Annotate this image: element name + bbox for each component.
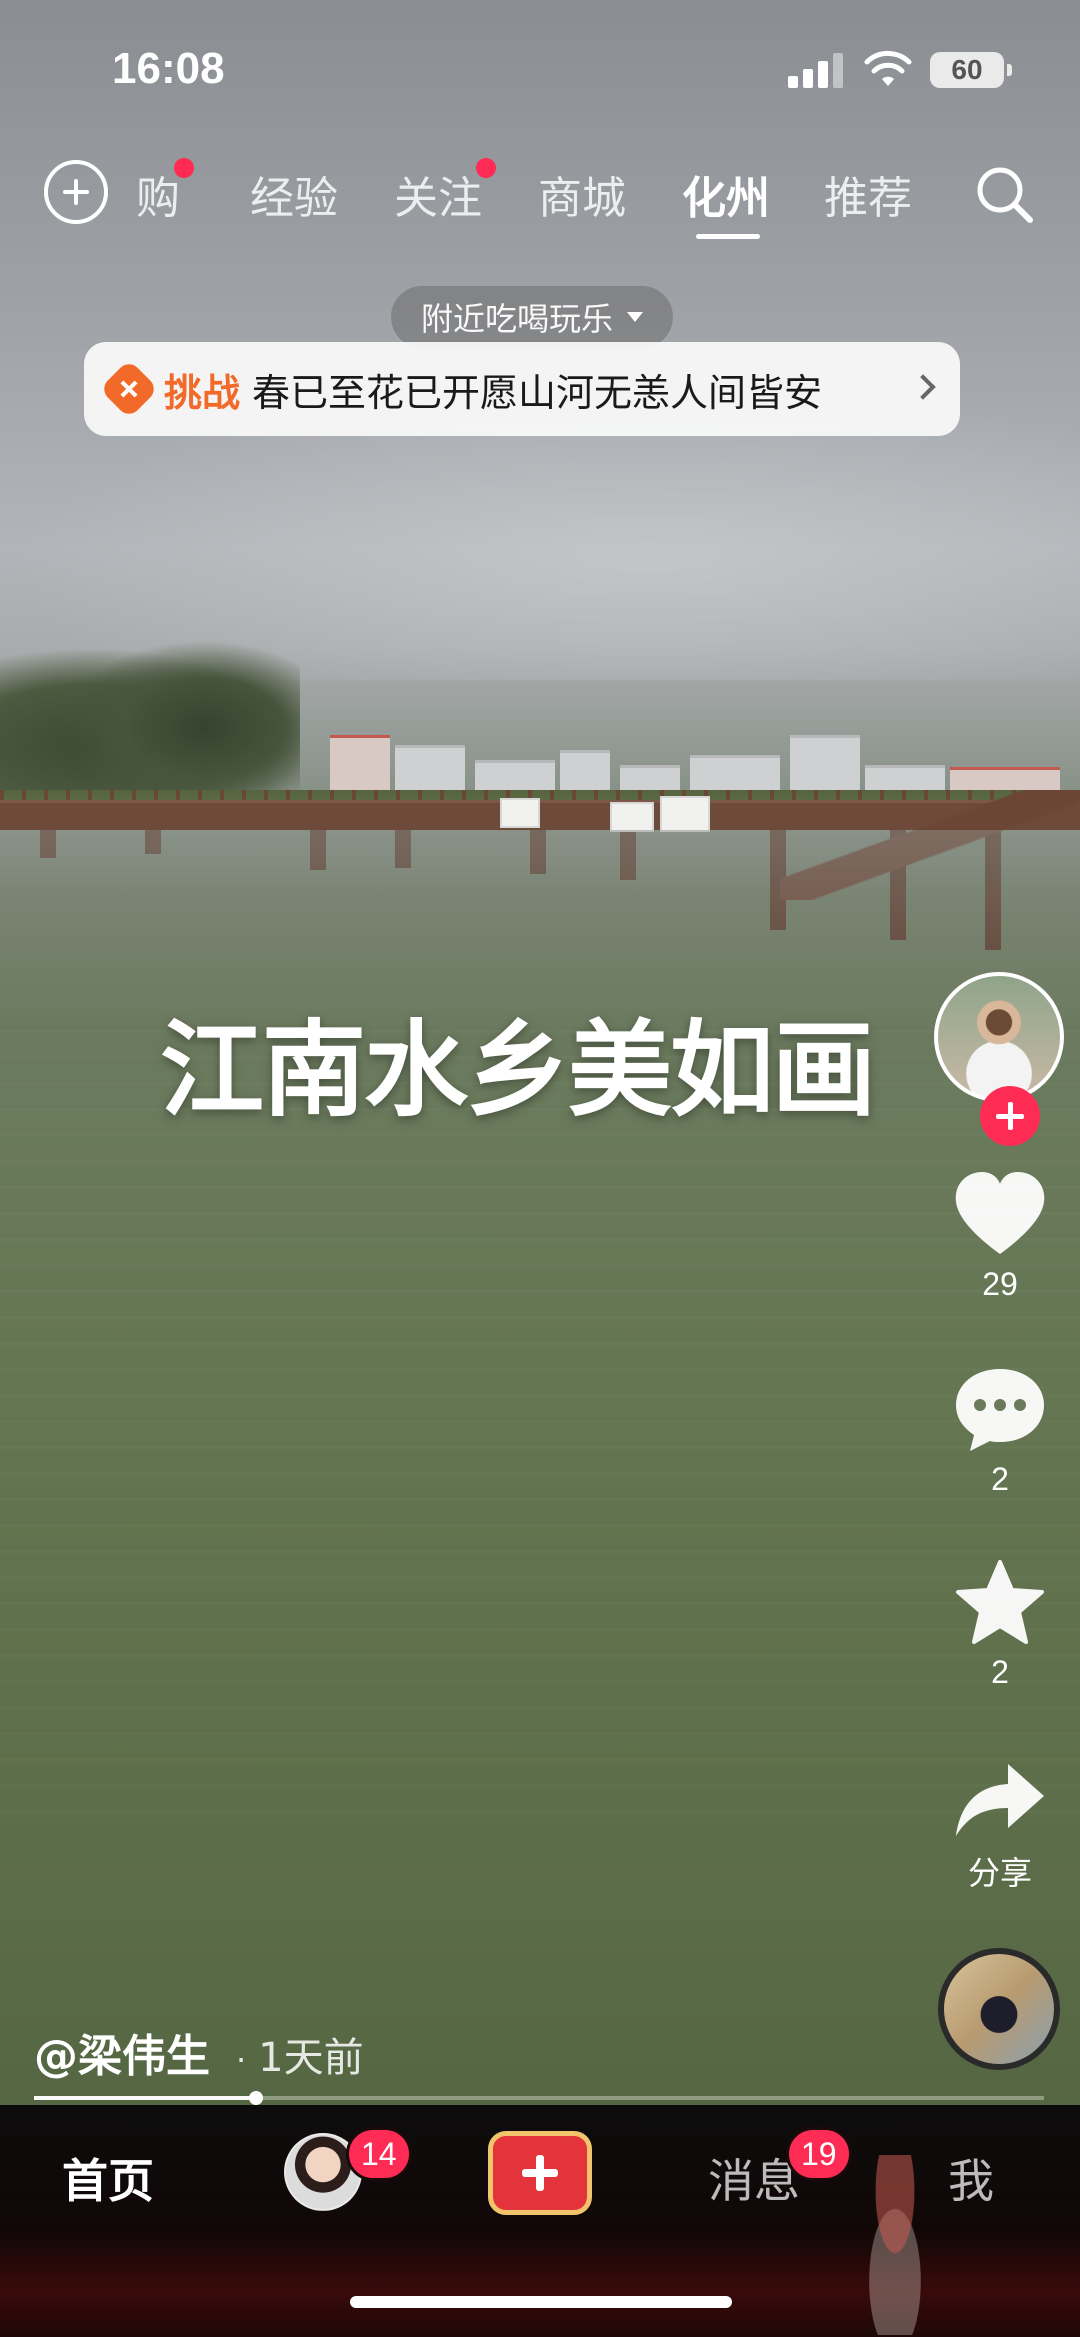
challenge-banner[interactable]: 挑战 春已至花已开愿山河无恙人间皆安 bbox=[84, 342, 960, 436]
tab-experience[interactable]: 经验 bbox=[250, 162, 338, 226]
friends-badge: 14 bbox=[346, 2127, 412, 2181]
add-icon[interactable] bbox=[44, 160, 108, 224]
comment-count: 2 bbox=[991, 1461, 1009, 1497]
video-progress-bar[interactable] bbox=[34, 2091, 1044, 2105]
separator-dot: · bbox=[236, 2041, 247, 2079]
nearby-filter-dropdown[interactable]: 附近吃喝玩乐 bbox=[391, 286, 674, 348]
tab-mall[interactable]: 商城 bbox=[538, 162, 626, 226]
tab-home[interactable]: 首页 bbox=[62, 2145, 154, 2211]
home-indicator[interactable] bbox=[350, 2296, 732, 2308]
challenge-tag: 挑战 bbox=[164, 370, 241, 415]
share-label: 分享 bbox=[967, 1855, 1032, 1891]
battery-icon: 60 bbox=[930, 52, 1012, 88]
post-time: 1天前 bbox=[258, 2035, 364, 2081]
tab-following[interactable]: 关注 bbox=[394, 158, 496, 226]
tab-shopping[interactable]: 购 bbox=[136, 158, 194, 226]
author-avatar[interactable] bbox=[934, 972, 1064, 1146]
top-tab-bar: 购 经验 关注 商城 化州 推荐 bbox=[0, 150, 1080, 240]
wifi-icon bbox=[864, 50, 912, 86]
author-info[interactable]: @梁伟生 · 1天前 bbox=[34, 2020, 364, 2084]
status-time: 16:08 bbox=[112, 44, 225, 93]
chevron-right-icon bbox=[910, 374, 936, 400]
tab-me[interactable]: 我 bbox=[948, 2145, 994, 2211]
water-ripples bbox=[0, 1030, 1080, 1830]
tab-local[interactable]: 化州 bbox=[682, 162, 770, 226]
star-icon bbox=[956, 1560, 1044, 1644]
like-button[interactable]: 29 bbox=[920, 1170, 1080, 1303]
caret-down-icon bbox=[627, 312, 644, 322]
heart-icon bbox=[955, 1172, 1045, 1254]
comment-button[interactable]: 2 bbox=[920, 1365, 1080, 1498]
share-arrow-icon bbox=[956, 1764, 1044, 1836]
video-caption: 江南水乡美如画 bbox=[160, 1009, 876, 1131]
search-icon[interactable] bbox=[970, 160, 1040, 230]
challenge-title: 春已至花已开愿山河无恙人间皆安 bbox=[252, 370, 823, 415]
new-dot bbox=[476, 158, 496, 178]
tab-recommend[interactable]: 推荐 bbox=[824, 162, 912, 226]
favorite-button[interactable]: 2 bbox=[920, 1558, 1080, 1691]
messages-badge: 19 bbox=[786, 2127, 852, 2181]
challenge-icon bbox=[99, 359, 159, 419]
status-bar: 16:08 60 bbox=[0, 0, 1080, 140]
signal-icon bbox=[788, 52, 844, 88]
nearby-filter-label: 附近吃喝玩乐 bbox=[421, 300, 614, 338]
avatar bbox=[934, 972, 1064, 1102]
active-tab-indicator bbox=[696, 234, 760, 239]
share-button[interactable]: 分享 bbox=[920, 1760, 1080, 1894]
new-dot bbox=[174, 158, 194, 178]
mascot-decoration bbox=[850, 2155, 940, 2335]
create-button[interactable] bbox=[488, 2131, 592, 2215]
follow-plus-icon[interactable] bbox=[980, 1086, 1040, 1146]
comment-icon bbox=[956, 1369, 1044, 1451]
music-disc[interactable] bbox=[938, 1948, 1060, 2070]
progress-fill bbox=[34, 2096, 257, 2100]
author-handle[interactable]: @梁伟生 bbox=[34, 2020, 210, 2084]
favorite-count: 2 bbox=[991, 1654, 1009, 1690]
like-count: 29 bbox=[982, 1266, 1018, 1302]
